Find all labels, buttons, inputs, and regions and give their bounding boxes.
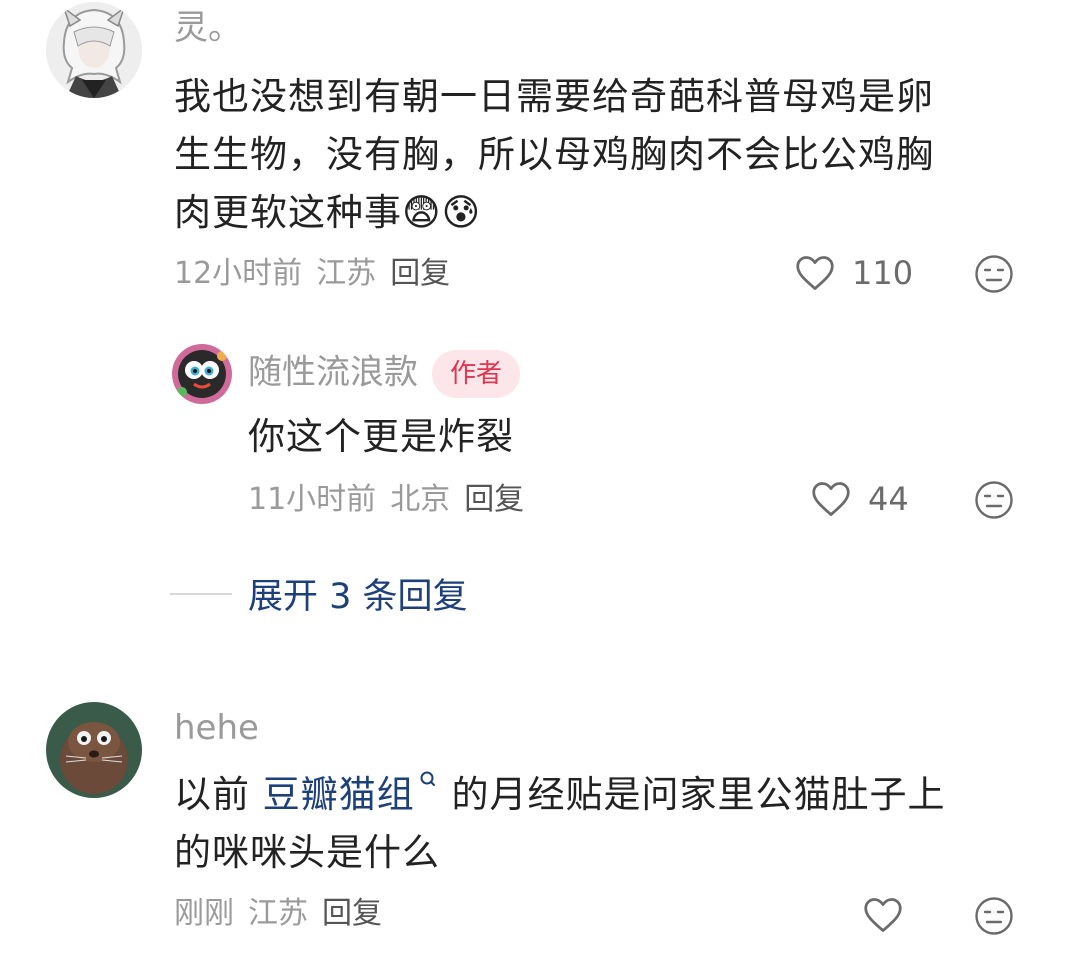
comment-location: 江苏 — [248, 896, 308, 931]
comment-meta: 刚刚 江苏 回复 — [174, 896, 382, 932]
anxious-sweat-emoji: 😰 — [441, 191, 482, 234]
author-badge: 作者 — [432, 350, 521, 398]
avatar[interactable] — [46, 2, 142, 98]
comment-time: 12小时前 — [174, 256, 303, 291]
comment-line: 肉更软这种事😨😰 — [174, 184, 1034, 242]
reply-username[interactable]: 随性流浪款 — [248, 353, 418, 393]
comment-content: 以前 豆瓣猫组 的月经贴是问家里公猫肚子上 的咪咪头是什么 — [174, 766, 1034, 882]
like-button[interactable] — [862, 896, 904, 934]
heart-icon — [796, 256, 834, 290]
reply-button[interactable]: 回复 — [322, 896, 382, 931]
heart-icon — [812, 482, 850, 516]
expand-replies[interactable]: 展开 3 条回复 — [170, 568, 468, 619]
comment-username[interactable]: 灵。 — [174, 8, 242, 48]
comment-username[interactable]: hehe — [174, 708, 259, 748]
like-count: 110 — [852, 254, 914, 292]
dislike-icon[interactable] — [974, 896, 1014, 936]
heart-icon — [864, 898, 902, 932]
comment-meta: 12小时前 江苏 回复 — [174, 256, 450, 292]
comment-line: 生生物，没有胸，所以母鸡胸肉不会比公鸡胸 — [174, 133, 934, 176]
reply-content: 你这个更是炸裂 — [248, 415, 514, 458]
comment-text-prefix: 以前 — [174, 773, 250, 816]
comment-line: 以前 豆瓣猫组 的月经贴是问家里公猫肚子上 — [174, 766, 1034, 824]
like-button[interactable]: 44 — [810, 480, 909, 518]
reply-location: 北京 — [390, 482, 451, 517]
search-icon — [420, 771, 435, 786]
reply-username-row: 随性流浪款 作者 — [248, 350, 521, 398]
divider-line — [170, 592, 232, 595]
comment-location: 江苏 — [316, 256, 377, 291]
comment-text-suffix: 的月经贴是问家里公猫肚子上 — [451, 773, 946, 816]
dislike-icon[interactable] — [974, 480, 1014, 520]
reply-time: 11小时前 — [248, 482, 377, 517]
fearful-emoji: 😨 — [402, 191, 442, 234]
comment-time: 刚刚 — [174, 896, 234, 931]
avatar-image — [46, 702, 142, 798]
like-count: 44 — [868, 480, 909, 518]
comment-content: 我也没想到有朝一日需要给奇葩科普母鸡是卵 生生物，没有胸，所以母鸡胸肉不会比公鸡… — [174, 68, 1034, 242]
dislike-icon[interactable] — [974, 254, 1014, 294]
avatar-image — [172, 344, 232, 404]
comment-line: 我也没想到有朝一日需要给奇葩科普母鸡是卵 — [174, 75, 934, 118]
comment-line-text: 肉更软这种事 — [174, 191, 402, 234]
topic-link-label: 豆瓣猫组 — [262, 773, 415, 816]
comment-2: hehe 以前 豆瓣猫组 的月经贴是问家里公猫肚子上 的咪咪头是什么 刚刚 江苏回… — [0, 690, 1080, 978]
comment-line: 的咪咪头是什么 — [174, 831, 440, 874]
topic-link[interactable]: 豆瓣猫组 — [262, 771, 439, 816]
like-button[interactable]: 110 — [794, 254, 913, 292]
reply-avatar[interactable] — [172, 344, 232, 404]
reply-button[interactable]: 回复 — [464, 482, 524, 517]
reply-button[interactable]: 回复 — [390, 256, 450, 291]
avatar[interactable] — [46, 702, 142, 798]
expand-replies-label[interactable]: 展开 3 条回复 — [248, 568, 468, 619]
avatar-image — [46, 2, 142, 98]
comment-1: 灵。 我也没想到有朝一日需要给奇葩科普母鸡是卵 生生物，没有胸，所以母鸡胸肉不会… — [0, 0, 1080, 650]
reply-meta: 11小时前 北京 回复 — [248, 482, 524, 518]
